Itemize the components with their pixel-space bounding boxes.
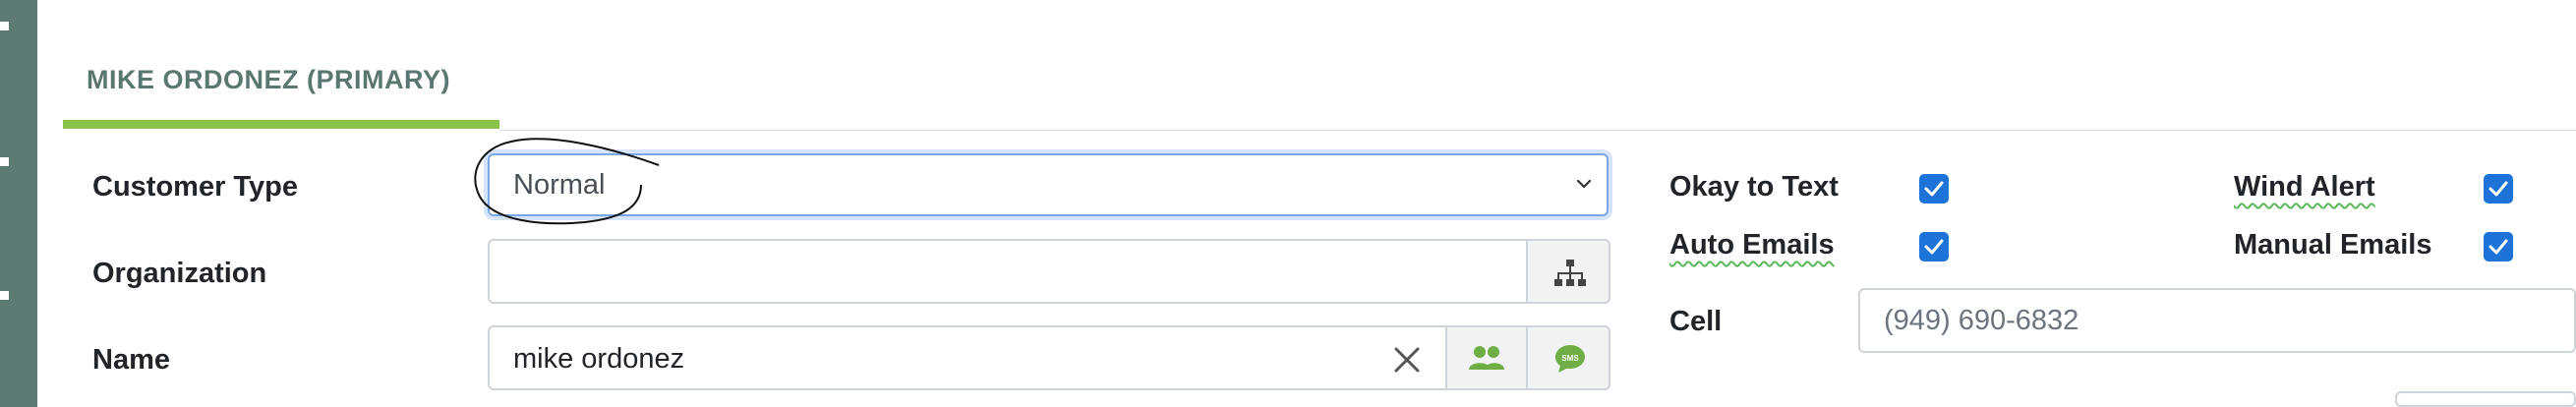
hand-drawn-annotation (474, 138, 660, 225)
name-value: mike ordonez (513, 343, 685, 375)
cell-label: Cell (1669, 306, 1723, 337)
manual-emails-checkbox[interactable] (2484, 232, 2513, 262)
okay-to-text-checkbox[interactable] (1919, 174, 1949, 204)
wind-alert-label: Wind Alert (2234, 171, 2375, 203)
sms-button[interactable]: SMS (1526, 325, 1610, 390)
rail-marker (0, 22, 9, 30)
left-sidebar-rail (0, 0, 37, 407)
name-field[interactable]: mike ordonez SMS (488, 325, 1610, 390)
rail-marker (0, 291, 9, 300)
contacts-button[interactable] (1445, 325, 1528, 390)
checkmark-icon (1924, 181, 1944, 197)
chevron-down-icon (1576, 179, 1592, 189)
active-tab-indicator (63, 120, 499, 129)
customer-type-label: Customer Type (92, 171, 298, 203)
org-chart-icon (1554, 260, 1586, 286)
checkmark-icon (1924, 239, 1944, 255)
svg-text:SMS: SMS (1561, 354, 1579, 363)
okay-to-text-label: Okay to Text (1669, 171, 1839, 203)
manual-emails-label: Manual Emails (2234, 229, 2432, 261)
checkmark-icon (2488, 239, 2508, 255)
organization-field[interactable] (488, 239, 1610, 304)
organization-lookup-button[interactable] (1526, 239, 1610, 304)
organization-label: Organization (92, 258, 267, 289)
tab-primary-contact[interactable]: MIKE ORDONEZ (PRIMARY) (87, 65, 450, 95)
name-label: Name (92, 344, 170, 376)
sms-icon: SMS (1555, 345, 1585, 373)
people-icon (1469, 346, 1504, 370)
checkmark-icon (2488, 181, 2508, 197)
close-icon[interactable] (1392, 345, 1422, 375)
cell-phone-value: (949) 690-6832 (1884, 305, 2079, 336)
wind-alert-checkbox[interactable] (2484, 174, 2513, 204)
auto-emails-label: Auto Emails (1669, 229, 1835, 261)
cell-phone-field[interactable]: (949) 690-6832 (1858, 288, 2576, 353)
tab-divider (499, 130, 2576, 131)
auto-emails-checkbox[interactable] (1919, 232, 1949, 262)
rail-marker (0, 157, 9, 166)
partial-field[interactable] (2395, 391, 2576, 407)
